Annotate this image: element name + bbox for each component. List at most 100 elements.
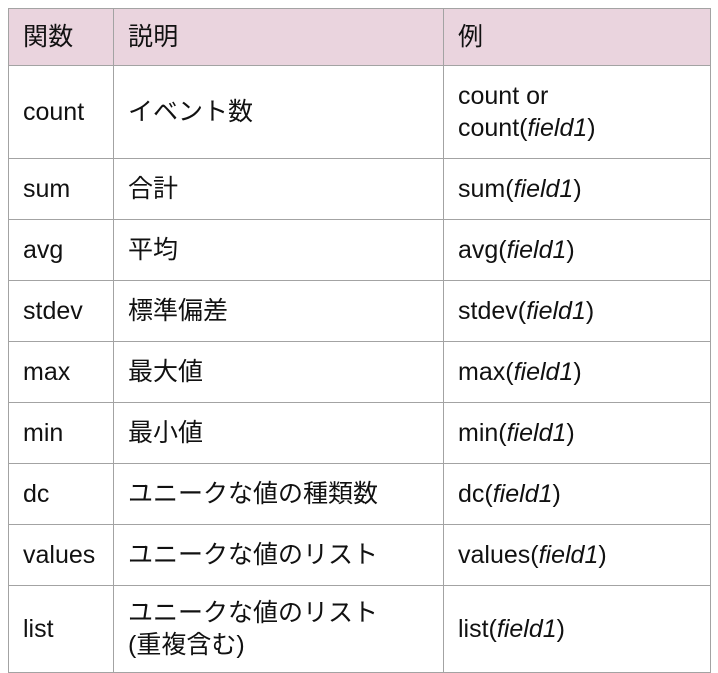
cell-function-name: max bbox=[8, 341, 114, 403]
example-argument: field1 bbox=[513, 174, 574, 203]
function-name-text: dc bbox=[23, 479, 50, 508]
example-argument: field1 bbox=[506, 418, 567, 447]
function-name-text: count bbox=[23, 97, 85, 126]
function-name-text: max bbox=[23, 357, 71, 386]
cell-description: 最大値 bbox=[113, 341, 444, 403]
example-suffix: ) bbox=[552, 479, 561, 508]
table-row: list ユニークな値のリスト (重複含む) list(field1) bbox=[8, 585, 711, 673]
example-argument: field1 bbox=[513, 357, 574, 386]
description-line: (重複含む) bbox=[128, 631, 245, 659]
example-argument: field1 bbox=[527, 114, 588, 142]
table-row: sum 合計 sum(field1) bbox=[8, 158, 711, 220]
example-prefix: avg( bbox=[458, 235, 507, 264]
cell-example: min(field1) bbox=[443, 402, 711, 464]
cell-example: values(field1) bbox=[443, 524, 711, 586]
example-line: list(field1) bbox=[458, 613, 696, 646]
example-argument: field1 bbox=[538, 540, 599, 569]
example-line: min(field1) bbox=[458, 417, 696, 450]
cell-function-name: stdev bbox=[8, 280, 114, 342]
example-lines: values(field1) bbox=[458, 539, 696, 572]
example-argument: field1 bbox=[496, 614, 557, 643]
description-lines: ユニークな値のリスト bbox=[128, 539, 429, 572]
cell-function-name: min bbox=[8, 402, 114, 464]
cell-example: avg(field1) bbox=[443, 219, 711, 281]
description-line: 標準偏差 bbox=[128, 296, 229, 325]
example-line: count or bbox=[458, 80, 696, 113]
table-row: dc ユニークな値の種類数 dc(field1) bbox=[8, 463, 711, 525]
cell-description: ユニークな値のリスト (重複含む) bbox=[113, 585, 444, 673]
table-row: values ユニークな値のリスト values(field1) bbox=[8, 524, 711, 586]
example-argument: field1 bbox=[526, 296, 586, 325]
cell-function-name: count bbox=[8, 65, 114, 159]
cell-example: stdev(field1) bbox=[443, 280, 711, 342]
example-line: max(field1) bbox=[458, 356, 696, 389]
example-lines: max(field1) bbox=[458, 356, 696, 389]
example-lines: stdev(field1) bbox=[458, 295, 696, 328]
example-lines: count or count(field1) bbox=[458, 80, 696, 145]
table-row: max 最大値 max(field1) bbox=[8, 341, 711, 403]
table-row: count イベント数 count or count(field1) bbox=[8, 65, 711, 159]
example-suffix: ) bbox=[573, 357, 582, 386]
example-line: stdev(field1) bbox=[458, 295, 696, 328]
stats-function-table: 関数 説明 例 count イベント数 count or count(field1) s… bbox=[8, 8, 711, 673]
function-name-text: avg bbox=[23, 235, 64, 264]
function-name-text: values bbox=[23, 540, 96, 569]
cell-description: ユニークな値のリスト bbox=[113, 524, 444, 586]
page-root: 関数 説明 例 count イベント数 count or count(field1) s… bbox=[0, 0, 718, 673]
description-line: 最小値 bbox=[128, 418, 204, 447]
description-lines: 合計 bbox=[128, 173, 429, 206]
description-lines: 最小値 bbox=[128, 417, 429, 450]
example-suffix: ) bbox=[573, 174, 582, 203]
example-line: count(field1) bbox=[458, 112, 696, 145]
example-suffix: ) bbox=[587, 114, 596, 142]
description-lines: イベント数 bbox=[128, 96, 429, 129]
function-name-text: stdev bbox=[23, 296, 83, 325]
example-lines: avg(field1) bbox=[458, 234, 696, 267]
example-suffix: ) bbox=[598, 540, 607, 569]
description-line: ユニークな値のリスト bbox=[128, 598, 379, 627]
table-row: avg 平均 avg(field1) bbox=[8, 219, 711, 281]
example-line: values(field1) bbox=[458, 539, 696, 572]
description-lines: 平均 bbox=[128, 234, 429, 267]
cell-description: ユニークな値の種類数 bbox=[113, 463, 444, 525]
description-line: 平均 bbox=[128, 235, 179, 264]
example-suffix: ) bbox=[585, 296, 595, 325]
example-line: avg(field1) bbox=[458, 234, 696, 267]
cell-description: 標準偏差 bbox=[113, 280, 444, 342]
example-suffix: ) bbox=[566, 235, 575, 264]
description-line: 合計 bbox=[128, 174, 179, 203]
description-line: ユニークな値の種類数 bbox=[128, 479, 379, 508]
description-lines: ユニークな値のリスト (重複含む) bbox=[128, 597, 429, 662]
column-header-description: 説明 bbox=[113, 8, 444, 66]
cell-function-name: avg bbox=[8, 219, 114, 281]
example-prefix: count or bbox=[458, 81, 549, 110]
description-line: ユニークな値のリスト bbox=[128, 540, 379, 569]
example-argument: field1 bbox=[506, 235, 567, 264]
cell-description: 最小値 bbox=[113, 402, 444, 464]
cell-function-name: list bbox=[8, 585, 114, 673]
cell-function-name: dc bbox=[8, 463, 114, 525]
example-prefix: max( bbox=[458, 357, 514, 386]
example-prefix: sum( bbox=[458, 174, 514, 203]
cell-function-name: sum bbox=[8, 158, 114, 220]
cell-description: 合計 bbox=[113, 158, 444, 220]
description-lines: 標準偏差 bbox=[128, 295, 429, 328]
cell-example: sum(field1) bbox=[443, 158, 711, 220]
table-header: 関数 説明 例 bbox=[8, 8, 711, 66]
cell-function-name: values bbox=[8, 524, 114, 586]
example-lines: sum(field1) bbox=[458, 173, 696, 206]
table-row: min 最小値 min(field1) bbox=[8, 402, 711, 464]
example-lines: min(field1) bbox=[458, 417, 696, 450]
example-argument: field1 bbox=[492, 479, 553, 508]
example-prefix: min( bbox=[458, 418, 507, 447]
column-header-function: 関数 bbox=[8, 8, 114, 66]
table-body: count イベント数 count or count(field1) sum 合計 sum(… bbox=[8, 65, 711, 673]
column-header-example: 例 bbox=[443, 8, 711, 66]
example-prefix: dc( bbox=[458, 479, 493, 508]
cell-description: イベント数 bbox=[113, 65, 444, 159]
cell-example: count or count(field1) bbox=[443, 65, 711, 159]
description-lines: 最大値 bbox=[128, 356, 429, 389]
function-name-text: min bbox=[23, 418, 64, 447]
function-name-text: sum bbox=[23, 174, 71, 203]
cell-description: 平均 bbox=[113, 219, 444, 281]
